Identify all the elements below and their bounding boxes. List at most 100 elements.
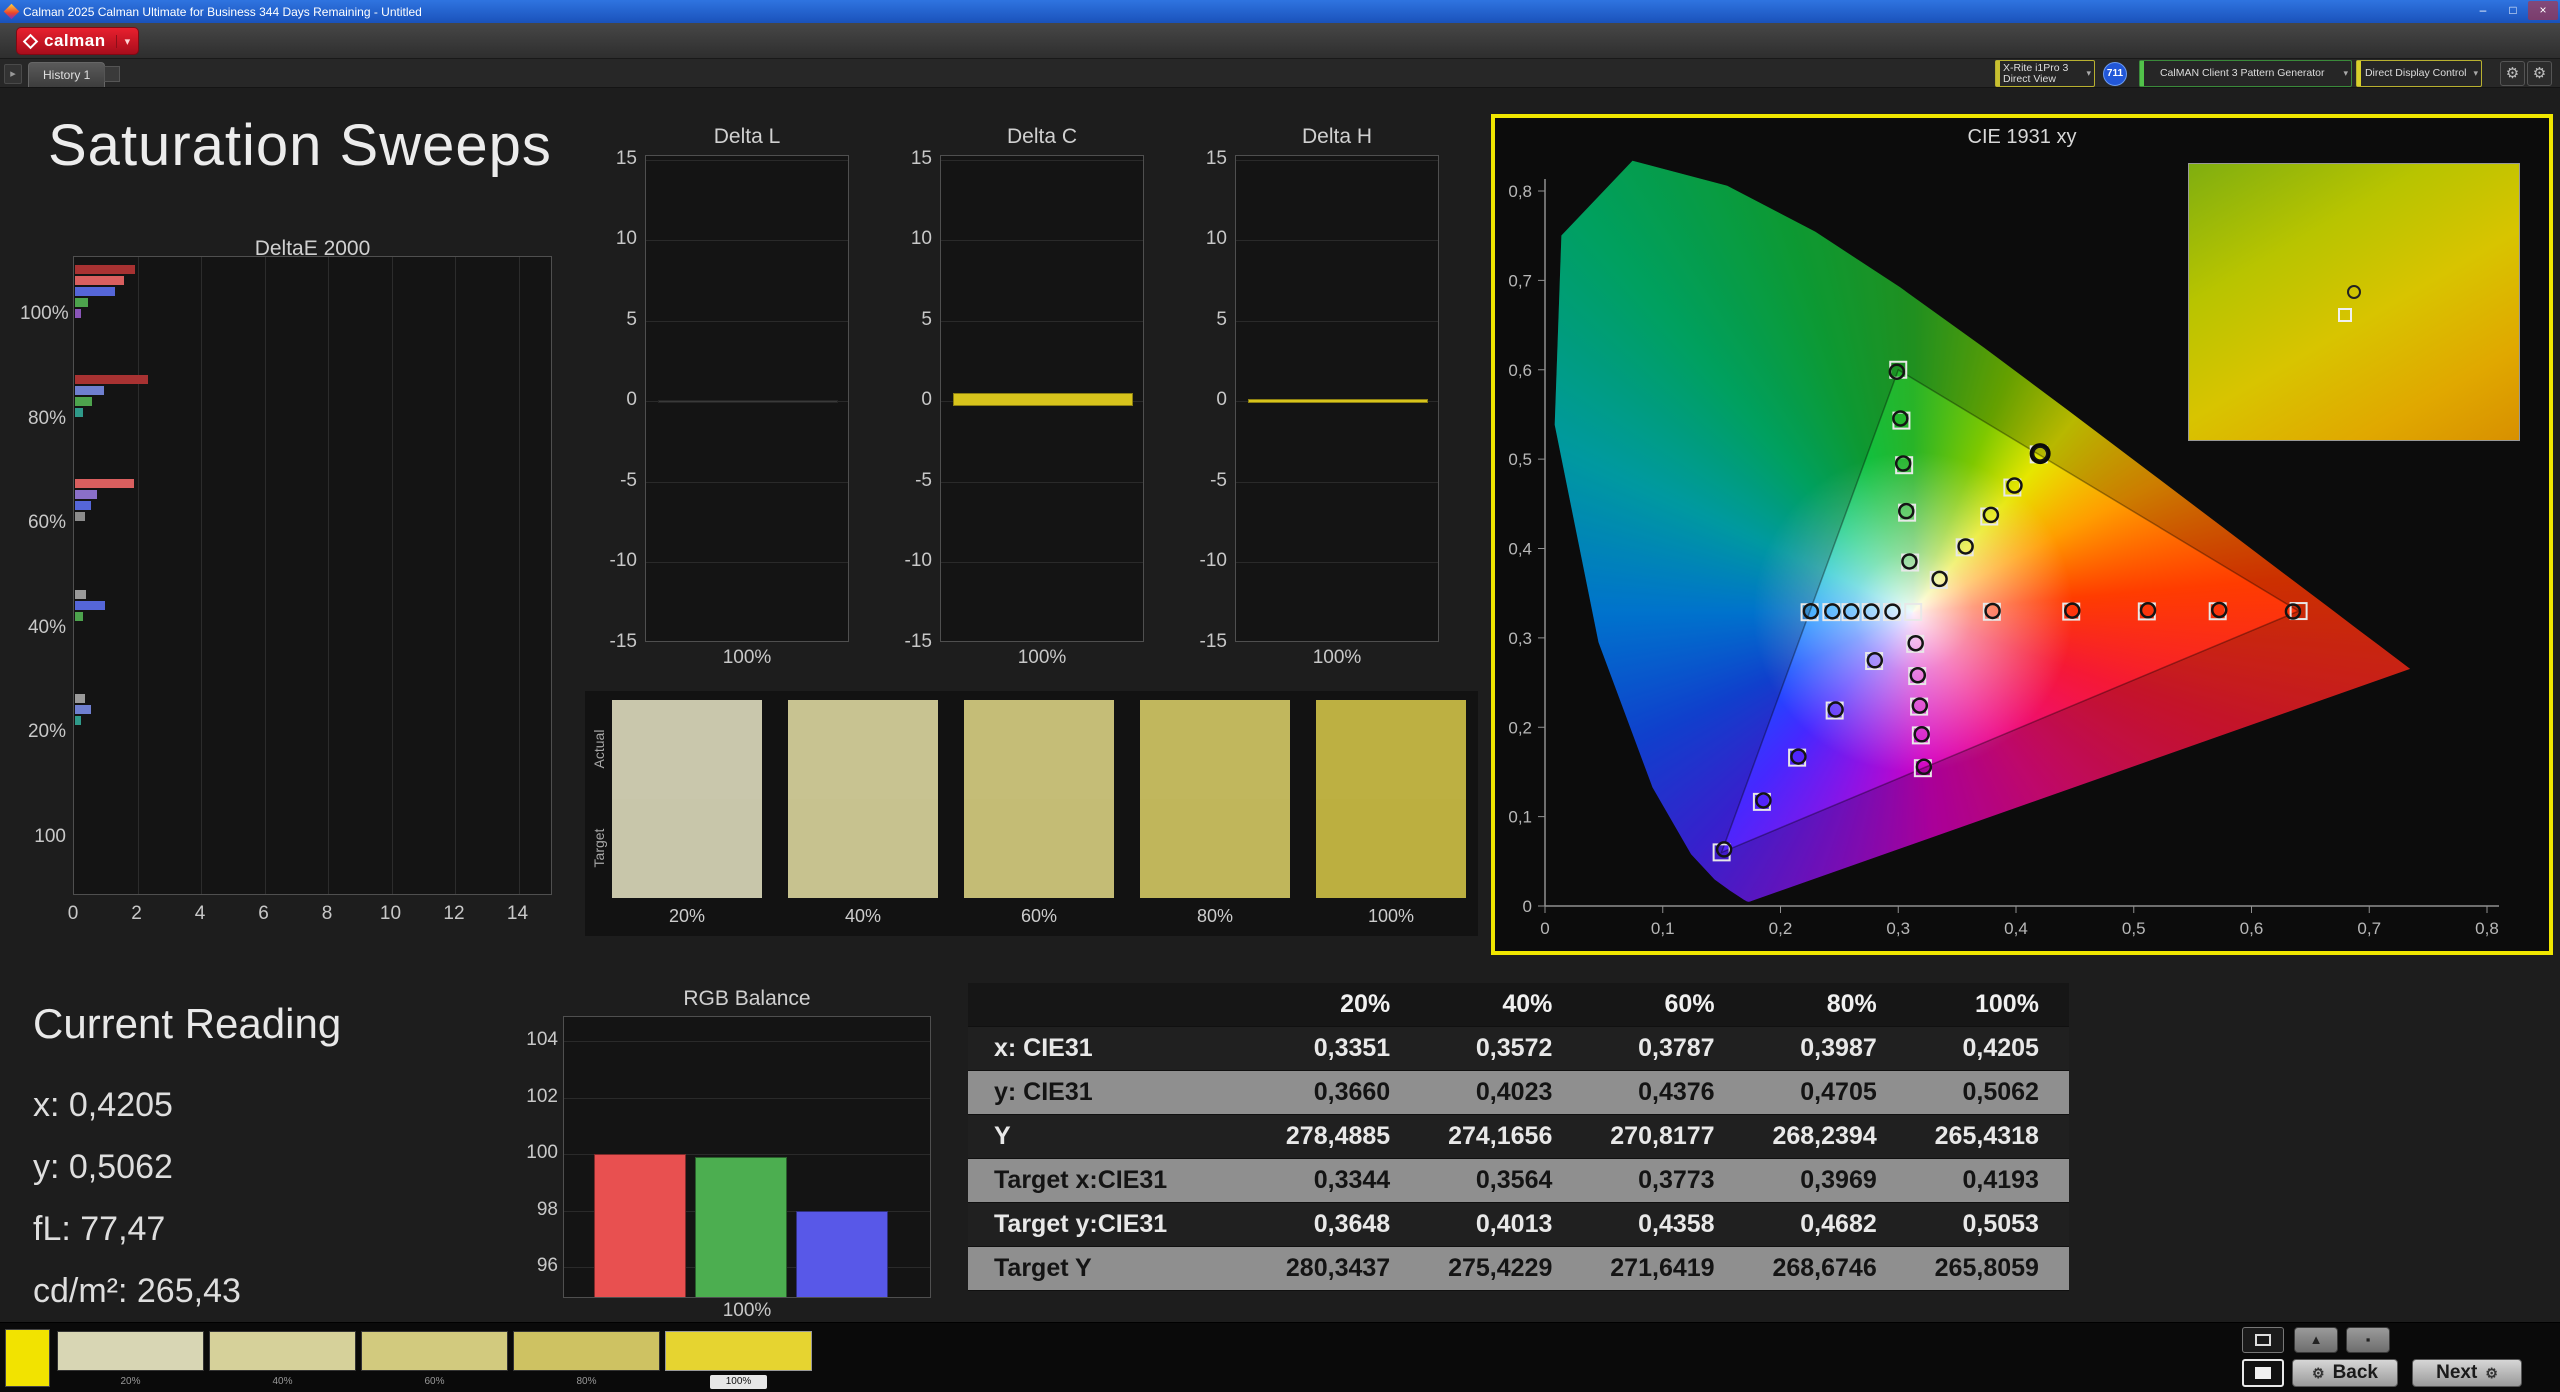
pattern-thumb-100%[interactable]: [665, 1331, 812, 1371]
deltae-bar: [75, 265, 135, 274]
delta-h-chart[interactable]: Delta H 100% 151050-5-10-15: [1175, 125, 1455, 685]
rgb-bar-blue: [796, 1211, 888, 1299]
actual-swatch-20%: [612, 700, 762, 799]
chevron-down-icon: ▾: [2470, 68, 2481, 79]
rgb-balance-chart[interactable]: RGB Balance 100% 1041021009896: [520, 985, 950, 1325]
cie-measured-marker-cyan: [1844, 604, 1858, 618]
deltae-bar: [75, 408, 83, 417]
table-row: Target x:CIE310,33440,35640,37730,39690,…: [968, 1159, 2069, 1203]
deltae-gridline: [201, 257, 202, 894]
window-controls: – □ ×: [2468, 1, 2558, 20]
dl-gridline: [646, 240, 848, 241]
pattern-window-button[interactable]: [2242, 1327, 2284, 1353]
dc-y-tick: 5: [880, 309, 932, 331]
swatch-column-label: 20%: [612, 906, 762, 927]
actual-row-label: Actual: [591, 709, 607, 789]
push-pattern-button[interactable]: ▲: [2294, 1327, 2338, 1353]
table-header-row: 20%40%60%80%100%: [968, 983, 2069, 1027]
deltae-bar: [75, 386, 104, 395]
pattern-source-button[interactable]: CalMAN Client 3 Pattern Generator ▾: [2139, 60, 2352, 87]
close-button[interactable]: ×: [2528, 1, 2558, 20]
table-value-cell: 0,3351: [1258, 1034, 1420, 1063]
calman-menu-button[interactable]: calman ▾: [16, 27, 139, 55]
calman-logo-icon: [23, 33, 39, 49]
meter-name: X-Rite i1Pro 3: [2003, 63, 2080, 74]
maximize-button[interactable]: □: [2498, 1, 2528, 20]
dl-gridline: [646, 160, 848, 161]
delta-l-plot-area: [645, 155, 849, 642]
table-value-cell: 0,3969: [1745, 1166, 1907, 1195]
source-name: CalMAN Client 3 Pattern Generator: [2144, 68, 2340, 79]
cie-y-tick-label: 0,5: [1508, 450, 1532, 469]
minimize-button[interactable]: –: [2468, 1, 2498, 20]
current-pattern-swatch: [5, 1329, 50, 1387]
cie-measured-marker-green: [1902, 554, 1916, 568]
pattern-thumb-40%[interactable]: [209, 1331, 356, 1371]
cie-measured-marker-cyan: [1885, 605, 1899, 619]
table-value-cell: 0,4193: [1907, 1166, 2069, 1195]
table-value-cell: 0,3787: [1582, 1034, 1744, 1063]
table-value-cell: 265,8059: [1907, 1254, 2069, 1283]
deltae-gridline: [138, 257, 139, 894]
dc-y-tick: -15: [880, 631, 932, 653]
table-value-cell: 275,4229: [1420, 1254, 1582, 1283]
dl-y-tick: 0: [585, 389, 637, 411]
deltae-bar: [75, 501, 91, 510]
dh-gridline: [1236, 321, 1438, 322]
cie-zoom-inset: [2188, 163, 2520, 441]
panel-toggle-icon[interactable]: ▸: [4, 64, 22, 84]
deltae-gridline: [328, 257, 329, 894]
settings-gear-icon[interactable]: ⚙: [2500, 61, 2525, 86]
table-header-cell: 20%: [1258, 990, 1420, 1019]
cie-x-tick-label: 0: [1540, 919, 1549, 938]
display-control-button[interactable]: Direct Display Control ▾: [2356, 60, 2482, 87]
pattern-thumb-60%[interactable]: [361, 1331, 508, 1371]
deltae-group-label: 100: [20, 826, 66, 848]
rgb-y-tick: 96: [520, 1255, 558, 1277]
pattern-thumb-20%[interactable]: [57, 1331, 204, 1371]
table-value-cell: 271,6419: [1582, 1254, 1744, 1283]
meter-select-button[interactable]: X-Rite i1Pro 3 Direct View ▾: [1995, 60, 2095, 87]
back-button[interactable]: ⚙ Back: [2292, 1359, 2398, 1387]
target-swatch-20%: [612, 799, 762, 898]
deltae-bar: [75, 309, 81, 318]
table-row-label: x: CIE31: [968, 1034, 1258, 1063]
table-row-label: Y: [968, 1122, 1258, 1151]
active-pattern-button[interactable]: [2242, 1359, 2284, 1387]
deltae-bar: [75, 276, 124, 285]
pattern-options-button[interactable]: ▪: [2346, 1327, 2390, 1353]
deltae-2000-chart[interactable]: DeltaE 2000 02468101214100%80%60%40%20%1…: [20, 235, 580, 935]
next-button-label: Next: [2436, 1362, 2477, 1384]
delta-l-title: Delta L: [645, 125, 849, 149]
table-value-cell: 0,3648: [1258, 1210, 1420, 1239]
delta-l-chart[interactable]: Delta L 100% 151050-5-10-15: [585, 125, 865, 685]
table-value-cell: 268,2394: [1745, 1122, 1907, 1151]
table-row-label: y: CIE31: [968, 1078, 1258, 1107]
next-button[interactable]: Next ⚙: [2412, 1359, 2522, 1387]
table-row: Y278,4885274,1656270,8177268,2394265,431…: [968, 1115, 2069, 1159]
actual-swatch-60%: [964, 700, 1114, 799]
pattern-thumb-80%[interactable]: [513, 1331, 660, 1371]
table-value-cell: 268,6746: [1745, 1254, 1907, 1283]
current-reading-line: cd/m²: 265,43: [33, 1260, 493, 1322]
workspace-gear-icon[interactable]: ⚙: [2527, 61, 2552, 86]
dc-y-tick: 10: [880, 228, 932, 250]
tab-history-1[interactable]: History 1: [28, 62, 105, 87]
dc-y-tick: 0: [880, 389, 932, 411]
tab-scroll-button[interactable]: [104, 66, 120, 82]
table-value-cell: 0,4358: [1582, 1210, 1744, 1239]
deltae-bar: [75, 375, 148, 384]
delta-c-chart[interactable]: Delta C 100% 151050-5-10-15: [880, 125, 1160, 685]
deltae-x-tick: 12: [429, 903, 479, 925]
delta-h-title: Delta H: [1235, 125, 1439, 149]
chevron-down-icon: ▾: [2340, 68, 2351, 79]
cie-y-tick-label: 0,6: [1508, 361, 1532, 380]
current-reading-panel: Current Reading x: 0,4205y: 0,5062fL: 77…: [33, 1000, 493, 1322]
cie-1931-chart[interactable]: 00,10,20,30,40,50,60,70,800,10,20,30,40,…: [1491, 114, 2553, 955]
deltae-x-tick: 0: [48, 903, 98, 925]
cie-x-tick-label: 0,2: [1769, 919, 1793, 938]
dh-y-tick: 5: [1175, 309, 1227, 331]
table-value-cell: 0,5062: [1907, 1078, 2069, 1107]
rgb-gridline: [564, 1041, 930, 1042]
cie-y-tick-label: 0,3: [1508, 629, 1532, 648]
